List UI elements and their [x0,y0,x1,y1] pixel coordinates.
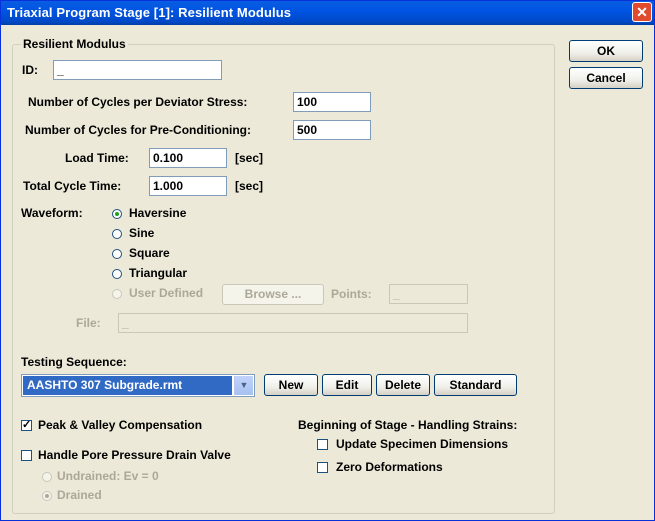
waveform-user-defined-label[interactable]: User Defined [129,286,203,300]
drained-label[interactable]: Drained [57,488,102,502]
waveform-square-radio[interactable] [112,249,122,259]
id-label: ID: [22,63,38,77]
waveform-square-label[interactable]: Square [129,246,170,260]
zero-deformations-label[interactable]: Zero Deformations [336,460,443,474]
total-cycle-time-unit: [sec] [235,179,264,193]
drained-radio[interactable] [42,491,52,501]
waveform-haversine-radio[interactable] [112,209,122,219]
waveform-triangular-radio[interactable] [112,269,122,279]
pore-pressure-label[interactable]: Handle Pore Pressure Drain Valve [38,448,231,462]
ok-button[interactable]: OK [569,40,643,62]
cancel-button[interactable]: Cancel [569,67,643,89]
id-input[interactable]: _ [53,60,222,80]
group-title: Resilient Modulus [21,37,128,51]
total-cycle-time-input[interactable]: 1.000 [149,176,227,196]
cycles-preconditioning-input[interactable]: 500 [293,120,371,140]
dialog-window: Triaxial Program Stage [1]: Resilient Mo… [0,0,655,521]
pore-pressure-checkbox[interactable] [21,450,32,461]
peak-valley-label[interactable]: Peak & Valley Compensation [38,418,202,432]
title-bar[interactable]: Triaxial Program Stage [1]: Resilient Mo… [1,1,654,25]
standard-button[interactable]: Standard [434,374,517,396]
close-button[interactable]: ✕ [632,2,652,22]
cycles-preconditioning-label: Number of Cycles for Pre-Conditioning: [25,123,252,137]
waveform-user-defined-radio[interactable] [112,289,122,299]
beginning-stage-label: Beginning of Stage - Handling Strains: [298,418,518,432]
cycles-deviator-label: Number of Cycles per Deviator Stress: [28,95,248,109]
testing-sequence-value: AASHTO 307 Subgrade.rmt [23,376,232,395]
undrained-label[interactable]: Undrained: Ev = 0 [57,469,159,483]
edit-button[interactable]: Edit [322,374,372,396]
dialog-content: OK Cancel Resilient Modulus ID: _ Number… [1,25,654,520]
waveform-triangular-label[interactable]: Triangular [129,266,187,280]
load-time-label: Load Time: [65,151,129,165]
points-label: Points: [331,287,372,301]
update-dimensions-label[interactable]: Update Specimen Dimensions [336,437,508,451]
load-time-input[interactable]: 0.100 [149,148,227,168]
waveform-sine-radio[interactable] [112,229,122,239]
window-title: Triaxial Program Stage [1]: Resilient Mo… [7,5,292,20]
peak-valley-checkbox[interactable]: ✓ [21,420,32,431]
chevron-down-icon[interactable]: ▼ [234,376,253,395]
total-cycle-time-label: Total Cycle Time: [23,179,122,193]
zero-deformations-checkbox[interactable] [317,462,328,473]
waveform-haversine-label[interactable]: Haversine [129,206,186,220]
testing-sequence-dropdown[interactable]: AASHTO 307 Subgrade.rmt ▼ [21,374,255,397]
browse-button[interactable]: Browse ... [222,284,324,305]
update-dimensions-checkbox[interactable] [317,439,328,450]
waveform-label: Waveform: [21,206,83,220]
file-label: File: [76,316,101,330]
waveform-sine-label[interactable]: Sine [129,226,154,240]
delete-button[interactable]: Delete [376,374,430,396]
testing-sequence-label: Testing Sequence: [21,355,127,369]
points-input[interactable]: _ [389,284,468,304]
cycles-deviator-input[interactable]: 100 [293,92,371,112]
undrained-radio[interactable] [42,472,52,482]
file-input[interactable]: _ [118,313,468,333]
new-button[interactable]: New [264,374,318,396]
load-time-unit: [sec] [235,151,264,165]
